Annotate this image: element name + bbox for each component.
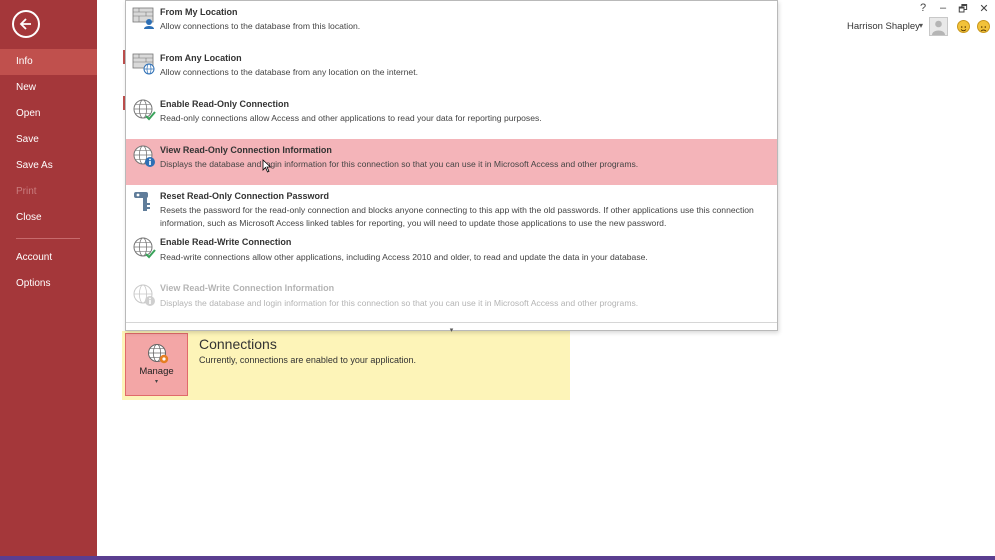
back-button[interactable] — [12, 10, 40, 38]
connections-title: Connections — [199, 336, 277, 352]
nav-item-options[interactable]: Options — [0, 271, 97, 297]
chevron-down-icon[interactable]: ▾ — [919, 21, 923, 30]
nav-item-print: Print — [16, 186, 37, 197]
menu-item-enable-read-write[interactable]: Enable Read-Write Connection Read-write … — [126, 231, 777, 277]
menu-item-title: From Any Location — [160, 53, 242, 63]
globe-check-icon — [133, 237, 156, 259]
menu-item-description: Displays the database and login informat… — [160, 298, 639, 308]
menu-item-description: Allow connections to the database from t… — [160, 21, 361, 31]
menu-item-title: Reset Read-Only Connection Password — [160, 191, 330, 201]
menu-item-view-read-write-info: View Read-Write Connection Information D… — [126, 277, 777, 323]
close-button[interactable]: ✕ — [977, 2, 991, 15]
minimize-button[interactable]: – — [936, 2, 950, 14]
menu-item-title: View Read-Only Connection Information — [160, 145, 332, 155]
firewall-user-icon — [132, 7, 154, 29]
menu-item-title: Enable Read-Write Connection — [160, 237, 292, 247]
menu-item-description: Displays the database and login informat… — [160, 159, 639, 169]
menu-item-reset-read-only-password[interactable]: Reset Read-Only Connection Password Rese… — [126, 185, 777, 233]
menu-item-description: Allow connections to the database from a… — [160, 67, 418, 77]
menu-item-description: Read-only connections allow Access and o… — [160, 113, 542, 123]
nav-item-close[interactable]: Close — [0, 205, 97, 231]
menu-item-view-read-only-info[interactable]: View Read-Only Connection Information Di… — [126, 139, 777, 185]
globe-info-icon — [133, 145, 155, 167]
menu-item-title: Enable Read-Only Connection — [160, 99, 290, 109]
avatar[interactable] — [929, 17, 948, 36]
menu-item-description: Resets the password for the read-only co… — [160, 205, 754, 228]
key-icon — [134, 192, 150, 211]
nav-item-open[interactable]: Open — [0, 101, 97, 127]
menu-item-from-my-location[interactable]: From My Location Allow connections to th… — [126, 1, 777, 47]
nav-divider — [16, 238, 80, 239]
manage-button[interactable]: Manage ▾ — [125, 333, 188, 396]
globe-gear-icon — [148, 344, 169, 364]
frown-feedback-icon[interactable] — [977, 20, 990, 33]
nav-item-save-as[interactable]: Save As — [0, 153, 97, 179]
restore-button[interactable]: 🗗 — [956, 2, 970, 19]
manage-button-label: Manage — [139, 366, 174, 377]
help-button[interactable]: ? — [916, 2, 930, 14]
globe-info-icon — [133, 284, 155, 306]
backstage-nav: Info New Open Save Save As Print Close A… — [0, 0, 97, 560]
back-arrow-icon — [19, 18, 31, 30]
globe-check-icon — [133, 99, 156, 121]
menu-item-title: From My Location — [160, 7, 238, 17]
menu-scroll-down[interactable]: ▾ — [126, 322, 777, 334]
firewall-globe-icon — [132, 53, 155, 75]
mouse-cursor-icon — [262, 159, 272, 173]
menu-item-enable-read-only[interactable]: Enable Read-Only Connection Read-only co… — [126, 93, 777, 139]
nav-item-info[interactable]: Info — [0, 49, 97, 75]
nav-item-save[interactable]: Save — [0, 127, 97, 153]
nav-item-new[interactable]: New — [0, 75, 97, 101]
menu-item-description: Read-write connections allow other appli… — [160, 252, 648, 262]
connections-panel — [122, 331, 570, 400]
chevron-down-icon: ▾ — [449, 327, 454, 334]
chevron-down-icon: ▾ — [154, 379, 158, 385]
menu-item-from-any-location[interactable]: From Any Location Allow connections to t… — [126, 47, 777, 93]
person-icon — [932, 20, 945, 35]
connections-dropdown-menu: From My Location Allow connections to th… — [125, 0, 778, 334]
menu-item-title: View Read-Write Connection Information — [160, 283, 335, 293]
smile-feedback-icon[interactable] — [957, 20, 970, 33]
taskbar-edge — [0, 556, 995, 560]
user-name[interactable]: Harrison Shapley — [847, 21, 920, 32]
connections-description: Currently, connections are enabled to yo… — [199, 355, 416, 365]
nav-item-account[interactable]: Account — [0, 245, 97, 271]
